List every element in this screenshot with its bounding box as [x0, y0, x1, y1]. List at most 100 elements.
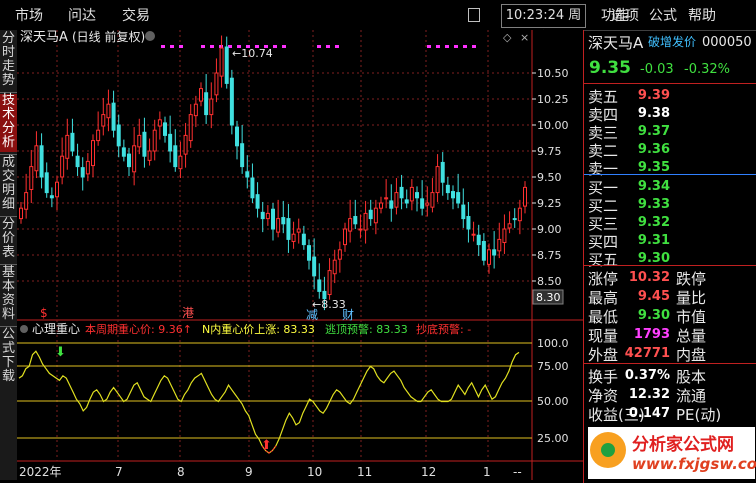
candle-body — [157, 119, 162, 127]
candle-body — [271, 208, 275, 230]
candle-body — [507, 223, 512, 229]
candle-body — [19, 207, 23, 220]
brand-name: 分析家公式网 — [632, 435, 734, 455]
candle-body — [245, 171, 250, 178]
candle-body — [29, 166, 34, 190]
chart-menu-icon[interactable] — [145, 31, 155, 41]
candle-body — [373, 207, 378, 224]
diamond-icon[interactable]: ◇ — [503, 31, 512, 44]
legend-n-center-rise: N内重心价上涨: 83.33 — [202, 322, 315, 336]
candle-body — [296, 228, 301, 233]
candle-body — [260, 211, 265, 220]
candle-body — [106, 103, 111, 119]
tab-trade-details[interactable]: 成交明细 — [0, 156, 17, 214]
indicator-menu-icon[interactable] — [20, 325, 28, 333]
menu-help[interactable]: 帮助 — [688, 5, 716, 25]
candle-body — [512, 218, 517, 221]
candle-body — [85, 160, 90, 175]
candle-body — [255, 194, 260, 209]
candle-body — [281, 217, 286, 225]
chart-area[interactable]: 深天马A (日线 前复权) ◇ × ←10.74 ←8.33 10.5010.2… — [17, 30, 583, 480]
tab-basic-info[interactable]: 基本资料 — [0, 266, 17, 324]
candle-body — [219, 47, 224, 77]
event-marker-dollar[interactable]: $ — [40, 306, 48, 320]
legend-top-warning: 逃顶预警: 83.33 — [325, 322, 408, 336]
price-axis-label: 8.50 — [537, 275, 562, 288]
tab-technical-analysis[interactable]: 技术分析 — [0, 94, 17, 152]
menu-options[interactable]: 选项 — [611, 5, 639, 25]
candle-body — [178, 155, 183, 170]
candle-body — [49, 195, 54, 199]
stat-row-value: 1793 — [633, 327, 670, 342]
event-marker-finance[interactable]: 财 — [342, 308, 354, 322]
candle-body — [183, 134, 188, 155]
stat2-row-label2: 股本 — [676, 368, 707, 386]
top-menu-bar: 市场 问达 交易 10:23:24 周六 功能 — [0, 0, 756, 45]
candle-body — [224, 46, 229, 84]
quote-tag: 破增发价 — [648, 35, 697, 49]
menu-wenda[interactable]: 问达 — [68, 5, 96, 25]
candle-body — [399, 186, 404, 199]
candle-body — [276, 218, 281, 233]
candle-body — [301, 233, 306, 246]
x-axis-label: 1 — [483, 465, 491, 479]
legend-bottom-warning: 抄底预警: - — [416, 322, 471, 336]
candle-body — [291, 233, 296, 242]
candle-body — [409, 186, 414, 202]
indicator-name: 心理重心 — [32, 322, 80, 336]
candle-body — [430, 192, 435, 208]
candle-body — [204, 92, 209, 116]
candle-body — [456, 192, 461, 204]
candle-body — [265, 212, 270, 220]
x-axis-label: 2022年 — [19, 465, 62, 479]
ask-level-price: 9.35 — [637, 160, 670, 175]
candle-body — [517, 207, 522, 222]
stat-row-value: 9.45 — [637, 289, 670, 304]
candle-body — [39, 145, 44, 178]
candle-body — [307, 245, 311, 261]
sell-arrow-icon: ⬇ — [55, 345, 66, 360]
price-axis-label: 9.00 — [537, 223, 562, 236]
candle-body — [152, 129, 157, 152]
candle-body — [199, 88, 203, 102]
chart-period: (日线 前复权) — [72, 30, 145, 44]
quote-stock-name: 深天马A — [588, 34, 644, 52]
candle-body — [358, 228, 363, 231]
candle-body — [337, 249, 342, 260]
candle-body — [420, 198, 425, 209]
stat-row-value: 9.30 — [637, 308, 670, 323]
minimize-icon[interactable] — [468, 8, 480, 22]
candle-body — [497, 238, 502, 252]
candle-body — [415, 192, 419, 199]
stat-row-label2: 市值 — [676, 308, 707, 326]
candle-body — [481, 240, 486, 261]
quote-change-pct: -0.32% — [684, 62, 730, 77]
candle-body — [142, 131, 147, 157]
candle-body — [317, 279, 322, 292]
event-marker-reduce[interactable]: 减 — [306, 308, 318, 322]
candle-body — [368, 209, 373, 220]
candle-body — [111, 102, 116, 131]
tab-price-table[interactable]: 分价表 — [0, 218, 17, 262]
menu-formula[interactable]: 公式 — [649, 5, 677, 25]
close-icon[interactable]: × — [520, 31, 529, 44]
candle-body — [132, 145, 137, 173]
tab-time-sharing[interactable]: 分时走势 — [0, 32, 17, 90]
candle-body — [461, 204, 466, 220]
tab-formula-download[interactable]: 公式下载 — [0, 328, 17, 386]
candle-body — [235, 126, 239, 147]
stat2-row-value: 0.37% — [624, 368, 670, 383]
candle-body — [188, 114, 193, 142]
price-axis-label: 9.25 — [537, 197, 562, 210]
candle-body — [75, 155, 80, 168]
menu-market[interactable]: 市场 — [15, 5, 43, 25]
candle-body — [451, 191, 455, 199]
event-marker-hk[interactable]: 港 — [182, 306, 194, 320]
ask-level-price: 9.38 — [637, 106, 670, 121]
menu-trade[interactable]: 交易 — [122, 5, 150, 25]
indicator-axis-label: 25.00 — [537, 432, 569, 445]
bid-level-price: 9.32 — [637, 215, 670, 230]
candle-body — [24, 192, 29, 210]
candle-body — [44, 172, 49, 194]
indicator-axis-label: 75.00 — [537, 360, 569, 373]
